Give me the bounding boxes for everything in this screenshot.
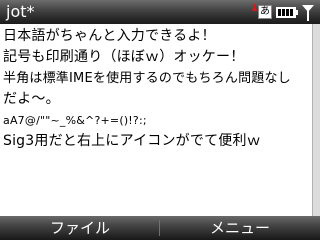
document-line: 日本語がちゃんと入力できるよ！: [3, 28, 216, 44]
document-line: aA7@/""~_%&^?+=()!?:;: [3, 114, 147, 127]
app-title: jot*: [6, 2, 35, 21]
vertical-scrollbar[interactable]: [312, 24, 320, 216]
notification-marker-icon: [252, 3, 257, 11]
status-icons: あ: [228, 0, 320, 24]
ime-indicator-icon[interactable]: あ: [258, 5, 272, 19]
battery-icon[interactable]: [276, 7, 298, 18]
document-line: 記号も印刷通り（ほぼｗ）オッケー！: [3, 49, 245, 65]
soft-key-bar: ファイル メニュー: [0, 216, 320, 240]
document-line: Sig3用だと右上にアイコンがでて便利ｗ: [3, 133, 261, 149]
menu-soft-key[interactable]: メニュー: [160, 217, 320, 239]
document-line: だよ～。: [3, 91, 60, 107]
text-editor[interactable]: 日本語がちゃんと入力できるよ！ 記号も印刷通り（ほぼｗ）オッケー！ 半角は標準I…: [0, 24, 310, 216]
document-line: 半角は標準IMEを使用するのでもちろん問題なし: [3, 71, 291, 86]
signal-strength-icon[interactable]: [301, 4, 315, 21]
title-bar: jot* あ: [0, 0, 320, 24]
file-soft-key[interactable]: ファイル: [0, 217, 160, 239]
